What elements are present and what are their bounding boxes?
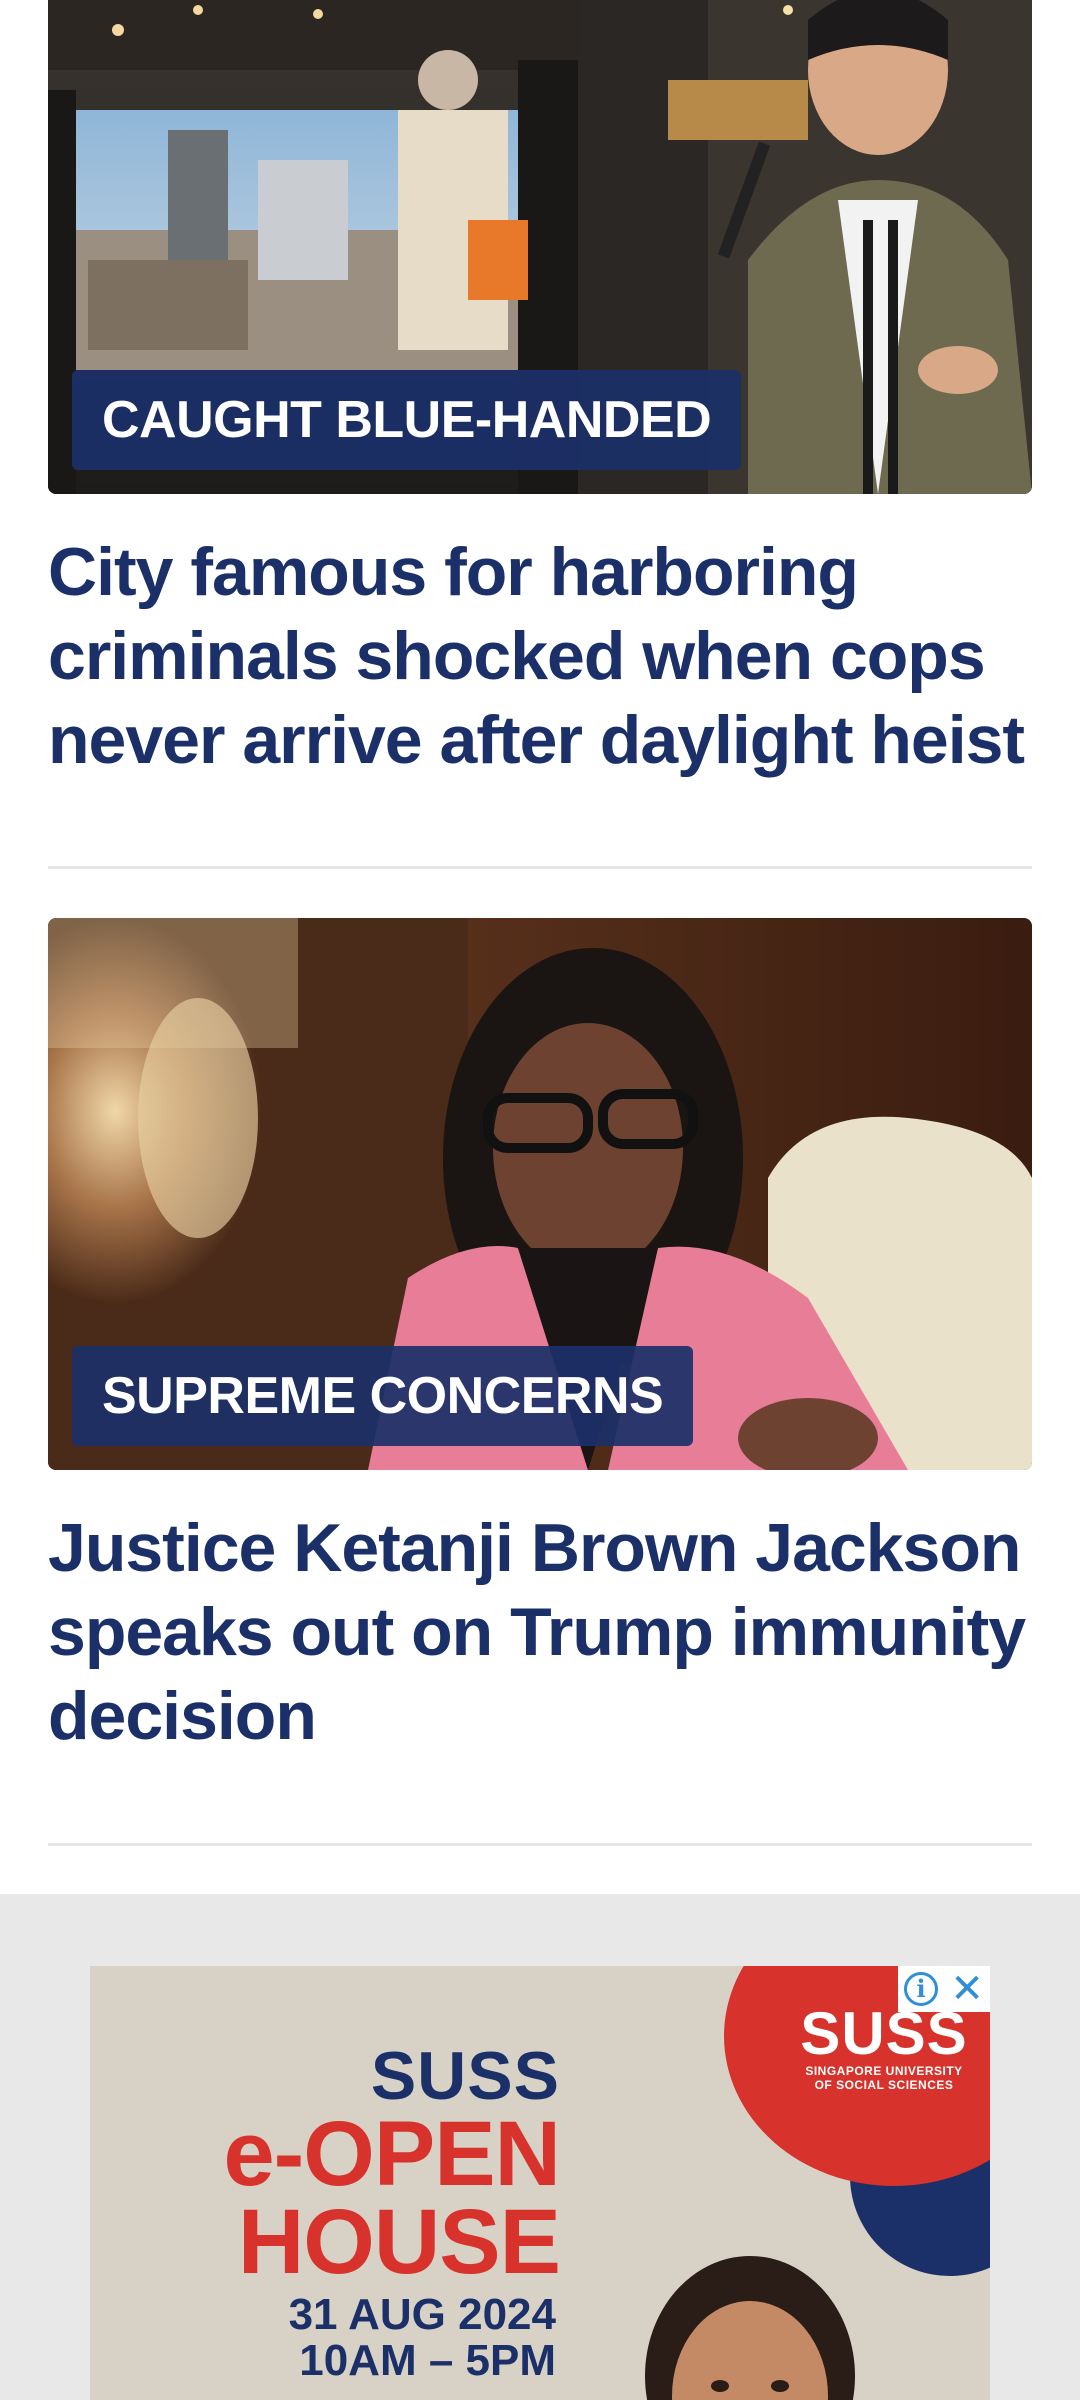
article-card[interactable]: CAUGHT BLUE-HANDED City famous for harbo… bbox=[48, 0, 1032, 782]
article-kicker: CAUGHT BLUE-HANDED bbox=[72, 370, 742, 470]
suss-logo: SUSS SINGAPORE UNIVERSITY OF SOCIAL SCIE… bbox=[784, 2000, 984, 2093]
article-card[interactable]: SUPREME CONCERNS Justice Ketanji Brown J… bbox=[48, 918, 1032, 1758]
ad-title: HOUSE bbox=[237, 2191, 561, 2293]
logo-subtitle: OF SOCIAL SCIENCES bbox=[814, 2078, 954, 2092]
logo-name: SUSS bbox=[800, 2000, 968, 2067]
article-kicker: SUPREME CONCERNS bbox=[72, 1346, 694, 1446]
logo-subtitle: SINGAPORE UNIVERSITY bbox=[805, 2064, 963, 2078]
article-image[interactable]: CAUGHT BLUE-HANDED bbox=[48, 0, 1032, 494]
ad-date: 31 AUG 2024 bbox=[288, 2290, 556, 2339]
divider bbox=[48, 866, 1032, 869]
article-image[interactable]: SUPREME CONCERNS bbox=[48, 918, 1032, 1470]
info-icon[interactable]: i bbox=[904, 1972, 939, 2006]
ad-title: e-OPEN bbox=[223, 2103, 561, 2205]
advertisement-banner[interactable]: i ✕ SUSS SINGAPORE UNIVERSITY OF SOCIAL … bbox=[90, 1966, 990, 2400]
divider bbox=[48, 1843, 1032, 1846]
close-icon[interactable]: ✕ bbox=[950, 1969, 984, 2009]
article-headline[interactable]: City famous for harboring criminals shoc… bbox=[48, 530, 1032, 782]
ad-person-photo bbox=[645, 2256, 855, 2400]
ad-controls: i ✕ bbox=[898, 1966, 990, 2012]
ad-container: i ✕ SUSS SINGAPORE UNIVERSITY OF SOCIAL … bbox=[0, 1894, 1080, 2400]
ad-brand: SUSS bbox=[370, 2038, 560, 2114]
ad-copy: SUSS e-OPEN HOUSE 31 AUG 2024 10AM – 5PM bbox=[160, 2038, 561, 2385]
ad-time: 10AM – 5PM bbox=[299, 2336, 556, 2385]
article-headline[interactable]: Justice Ketanji Brown Jackson speaks out… bbox=[48, 1506, 1032, 1758]
